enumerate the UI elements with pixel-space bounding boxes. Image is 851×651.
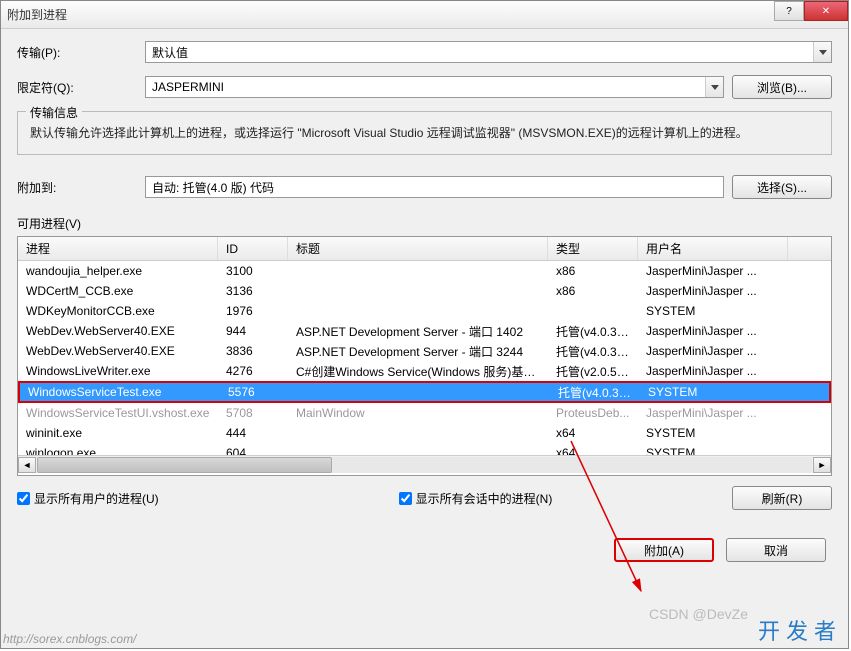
transport-value: 默认值 (152, 44, 188, 61)
show-all-users-checkbox[interactable]: 显示所有用户的进程(U) (17, 490, 159, 507)
transport-combo[interactable]: 默认值 (145, 41, 832, 63)
watermark-csdn: CSDN @DevZe (649, 606, 748, 622)
table-row[interactable]: WebDev.WebServer40.EXE944ASP.NET Develop… (18, 321, 831, 341)
dialog-title: 附加到进程 (7, 6, 67, 23)
select-button[interactable]: 选择(S)... (732, 175, 832, 199)
browse-button[interactable]: 浏览(B)... (732, 75, 832, 99)
watermark-brand: 开发者 (758, 614, 842, 646)
table-row[interactable]: WindowsLiveWriter.exe4276C#创建Windows Ser… (18, 361, 831, 381)
table-row[interactable]: wandoujia_helper.exe3100x86JasperMini\Ja… (18, 261, 831, 281)
watermark-url: http://sorex.cnblogs.com/ (3, 632, 136, 646)
transport-label: 传输(P): (17, 44, 137, 61)
table-row[interactable]: WDCertM_CCB.exe3136x86JasperMini\Jasper … (18, 281, 831, 301)
column-user[interactable]: 用户名 (638, 237, 788, 260)
table-row[interactable]: WindowsServiceTestUI.vshost.exe5708MainW… (18, 403, 831, 423)
chevron-down-icon (705, 77, 723, 97)
available-processes-label: 可用进程(V) (17, 215, 832, 232)
process-table[interactable]: 进程 ID 标题 类型 用户名 wandoujia_helper.exe3100… (17, 236, 832, 476)
attach-to-textbox: 自动: 托管(4.0 版) 代码 (145, 176, 724, 198)
transport-info-text: 默认传输允许选择此计算机上的进程，或选择运行 "Microsoft Visual… (30, 124, 819, 142)
cancel-button[interactable]: 取消 (726, 538, 826, 562)
table-row[interactable]: WebDev.WebServer40.EXE3836ASP.NET Develo… (18, 341, 831, 361)
table-row[interactable]: winlogon.exe604x64SYSTEM (18, 443, 831, 455)
column-type[interactable]: 类型 (548, 237, 638, 260)
help-button[interactable]: ? (774, 1, 804, 21)
chevron-down-icon (813, 42, 831, 62)
scroll-left-icon[interactable]: ◄ (18, 457, 36, 473)
show-all-sessions-checkbox[interactable]: 显示所有会话中的进程(N) (399, 490, 553, 507)
horizontal-scrollbar[interactable]: ◄ ► (18, 455, 831, 473)
table-row[interactable]: WDKeyMonitorCCB.exe1976SYSTEM (18, 301, 831, 321)
column-title[interactable]: 标题 (288, 237, 548, 260)
qualifier-combo[interactable]: JASPERMINI (145, 76, 724, 98)
table-row[interactable]: WindowsServiceTest.exe5576托管(v4.0.30...S… (18, 381, 831, 403)
column-id[interactable]: ID (218, 237, 288, 260)
column-process[interactable]: 进程 (18, 237, 218, 260)
attach-to-label: 附加到: (17, 179, 137, 196)
attach-button[interactable]: 附加(A) (614, 538, 714, 562)
table-row[interactable]: wininit.exe444x64SYSTEM (18, 423, 831, 443)
qualifier-value: JASPERMINI (152, 80, 224, 94)
scroll-right-icon[interactable]: ► (813, 457, 831, 473)
refresh-button[interactable]: 刷新(R) (732, 486, 832, 510)
close-button[interactable]: ✕ (804, 1, 848, 21)
transport-info-legend: 传输信息 (26, 104, 82, 121)
qualifier-label: 限定符(Q): (17, 79, 137, 96)
